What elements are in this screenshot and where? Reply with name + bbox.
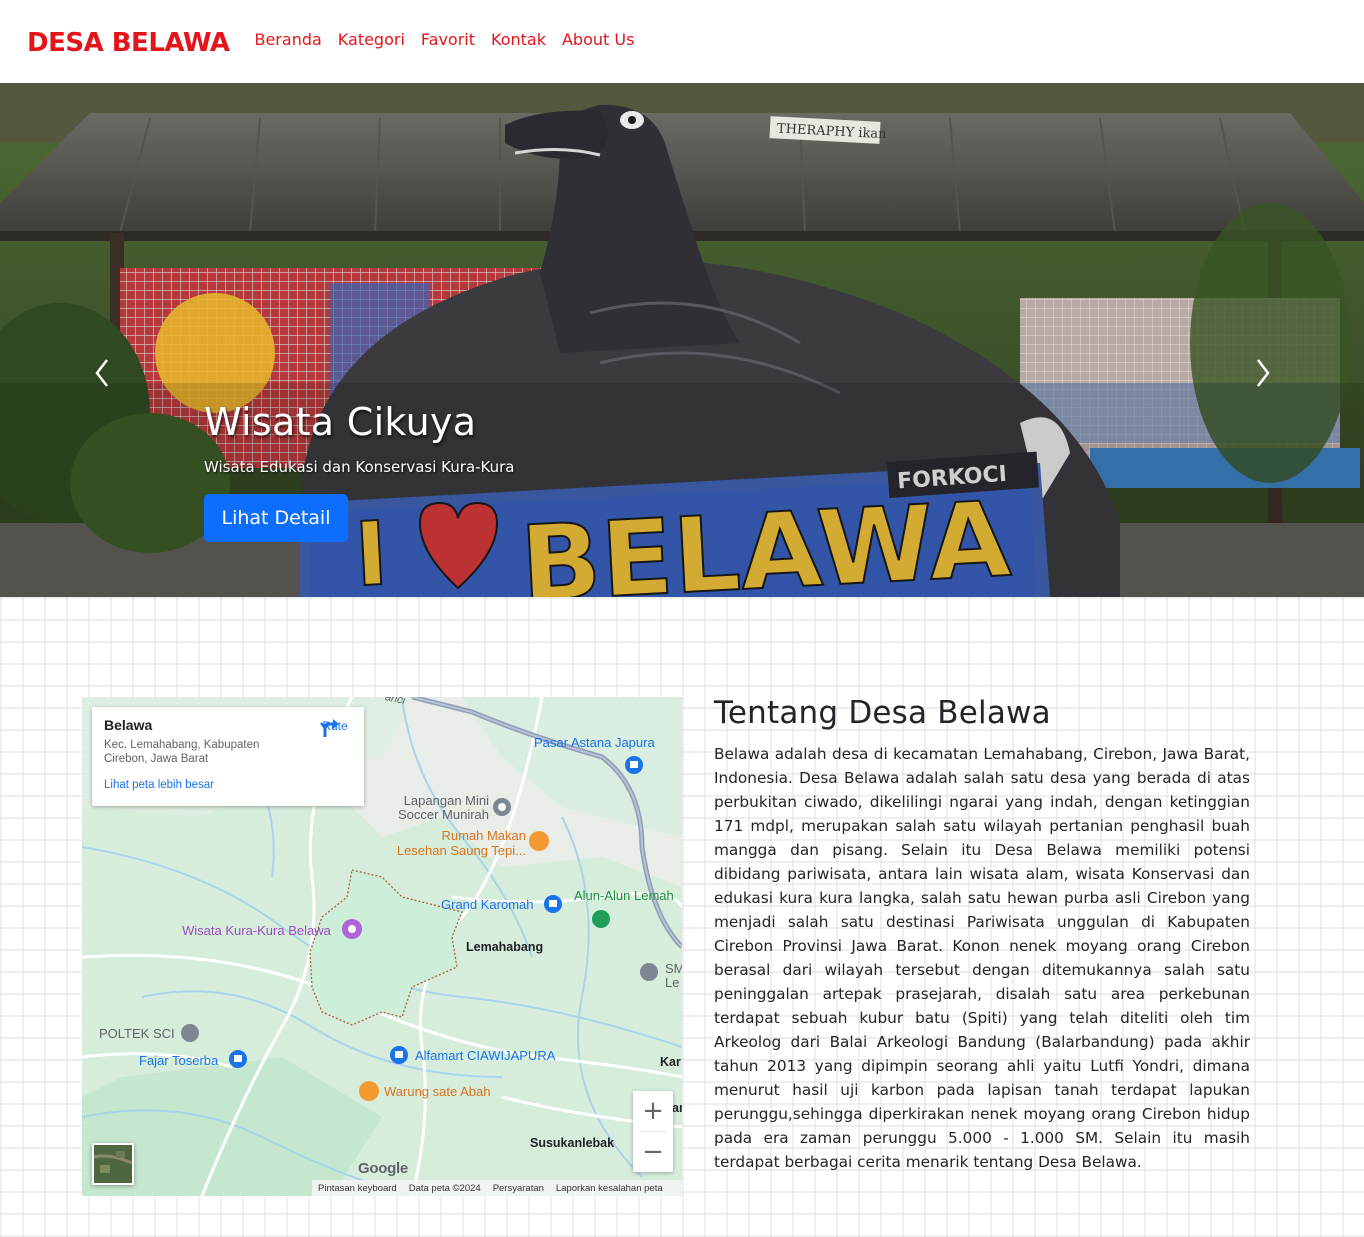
- report-error-link[interactable]: Laporkan kesalahan peta: [556, 1183, 663, 1194]
- map-label-susukanlebak: Susukanlebak: [530, 1136, 615, 1150]
- larger-map-link[interactable]: Lihat peta lebih besar: [104, 779, 214, 791]
- nav-link-favorit[interactable]: Favorit: [421, 30, 475, 49]
- zoom-in-button[interactable]: +: [633, 1091, 673, 1131]
- hero-carousel: THERAPHY ikan FORKOCI: [0, 83, 1364, 597]
- zoom-out-button[interactable]: −: [633, 1132, 673, 1172]
- terms-link[interactable]: Persyaratan: [493, 1183, 544, 1194]
- brand-logo[interactable]: DESA BELAWA: [27, 28, 230, 58]
- map-layer-toggle[interactable]: [92, 1143, 134, 1185]
- nav-link-about-us[interactable]: About Us: [562, 30, 634, 49]
- chevron-left-icon: [95, 359, 108, 387]
- nav-link-kategori[interactable]: Kategori: [338, 30, 405, 49]
- map-zoom-control: + −: [633, 1091, 673, 1172]
- map-label-edge-sm: SM: [665, 961, 682, 976]
- route-button[interactable]: Rute: [319, 717, 351, 737]
- map-place-address: Kec. Lemahabang, Kabupaten Cirebon, Jawa…: [104, 739, 260, 765]
- map-label-edge-le: Le: [665, 975, 680, 990]
- map-label-grand-karomah: Grand Karomah: [441, 897, 534, 912]
- about-title: Tentang Desa Belawa: [714, 695, 1051, 731]
- map-label-edge-kar: Kar: [660, 1055, 681, 1069]
- map-label-rumah-makan: Rumah Makan Lesehan Saung Tepi...: [396, 828, 526, 858]
- hero-title: Wisata Cikuya: [204, 400, 477, 444]
- about-description: Belawa adalah desa di kecamatan Lemahaba…: [714, 745, 1250, 1171]
- google-logo-text: Google: [358, 1160, 408, 1177]
- hero-subtitle: Wisata Edukasi dan Konservasi Kura-Kura: [204, 458, 515, 476]
- chevron-right-icon: [1257, 359, 1270, 387]
- about-section: Pasar Astana Japura Lapangan Mini Soccer…: [0, 597, 1364, 1237]
- map-label-lemahabang: Lemahabang: [466, 940, 544, 954]
- map-data-text: Data peta ©2024: [408, 1182, 481, 1194]
- map-label-alfamart: Alfamart CIAWIJAPURA: [415, 1048, 556, 1063]
- nav-link-beranda[interactable]: Beranda: [254, 30, 321, 49]
- map-label-fajar: Fajar Toserba: [139, 1053, 219, 1068]
- navbar: DESA BELAWA Beranda Kategori Favorit Kon…: [0, 0, 1364, 83]
- satellite-thumbnail-icon: [94, 1145, 132, 1183]
- keyboard-shortcuts-link[interactable]: Pintasan keyboard: [318, 1183, 397, 1194]
- about-content: Tentang Desa Belawa Belawa adalah desa d…: [714, 695, 1250, 1174]
- map-footer: Pintasan keyboard Data peta ©2024 Persya…: [312, 1180, 682, 1196]
- carousel-prev-button[interactable]: [82, 353, 122, 393]
- lihat-detail-button[interactable]: Lihat Detail: [204, 494, 348, 542]
- nav-links: Beranda Kategori Favorit Kontak About Us: [254, 30, 634, 49]
- map-label-alun-alun: Alun-Alun Lemah: [574, 888, 674, 903]
- map-place-title: Belawa: [104, 717, 153, 733]
- map-label-wisata-kura: Wisata Kura-Kura Belawa: [182, 923, 331, 938]
- directions-icon: [320, 719, 339, 737]
- embedded-map[interactable]: Pasar Astana Japura Lapangan Mini Soccer…: [82, 697, 682, 1196]
- map-info-card: Belawa Kec. Lemahabang, Kabupaten Cirebo…: [92, 707, 364, 806]
- map-label-warung: Warung sate Abah: [384, 1084, 491, 1099]
- map-label-lapangan: Lapangan Mini Soccer Munirah: [397, 793, 489, 822]
- hero-caption: Wisata Cikuya Wisata Edukasi dan Konserv…: [204, 400, 515, 476]
- map-label-pasar: Pasar Astana Japura: [534, 735, 655, 750]
- map-label-edge-ar: ar: [672, 1101, 682, 1115]
- map-label-poltek: POLTEK SCI: [99, 1026, 175, 1041]
- google-logo: Google: [358, 1160, 408, 1177]
- carousel-next-button[interactable]: [1243, 353, 1283, 393]
- nav-link-kontak[interactable]: Kontak: [491, 30, 546, 49]
